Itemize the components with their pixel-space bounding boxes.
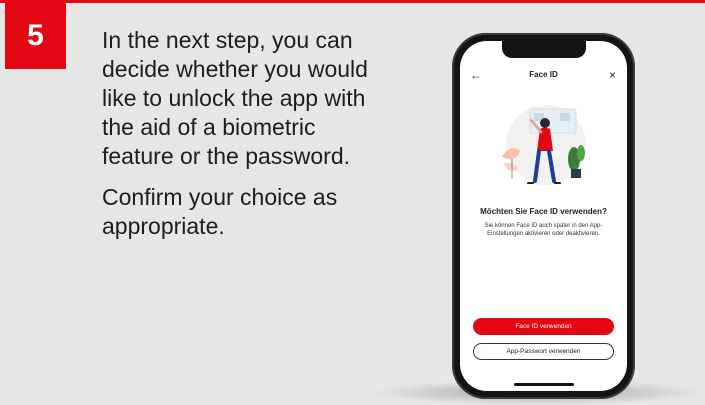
top-accent-line [0,0,705,3]
close-icon[interactable]: × [609,68,616,82]
nav-bar: ← Face ID × [460,68,627,88]
use-app-password-button[interactable]: App-Passwort verwenden [473,343,614,360]
step-number-badge: 5 [5,3,66,69]
phone-screen: ← Face ID × Möchten Sie Face ID verwende… [460,41,627,391]
phone-mockup: ← Face ID × Möchten Sie Face ID verwende… [452,33,635,399]
home-indicator [513,383,574,386]
instruction-text: In the next step, you can decide whether… [102,26,372,253]
face-id-illustration [502,105,586,185]
nav-title: Face ID [529,70,558,79]
instruction-paragraph-2: Confirm your choice as appropriate. [102,184,338,239]
use-face-id-button[interactable]: Face ID verwenden [473,318,614,335]
instruction-paragraph-1: In the next step, you can decide whether… [102,27,368,169]
phone-notch [501,41,586,58]
face-id-heading: Möchten Sie Face ID verwenden? [480,207,607,216]
face-id-description: Sie können Face ID auch später in den Ap… [484,223,603,237]
